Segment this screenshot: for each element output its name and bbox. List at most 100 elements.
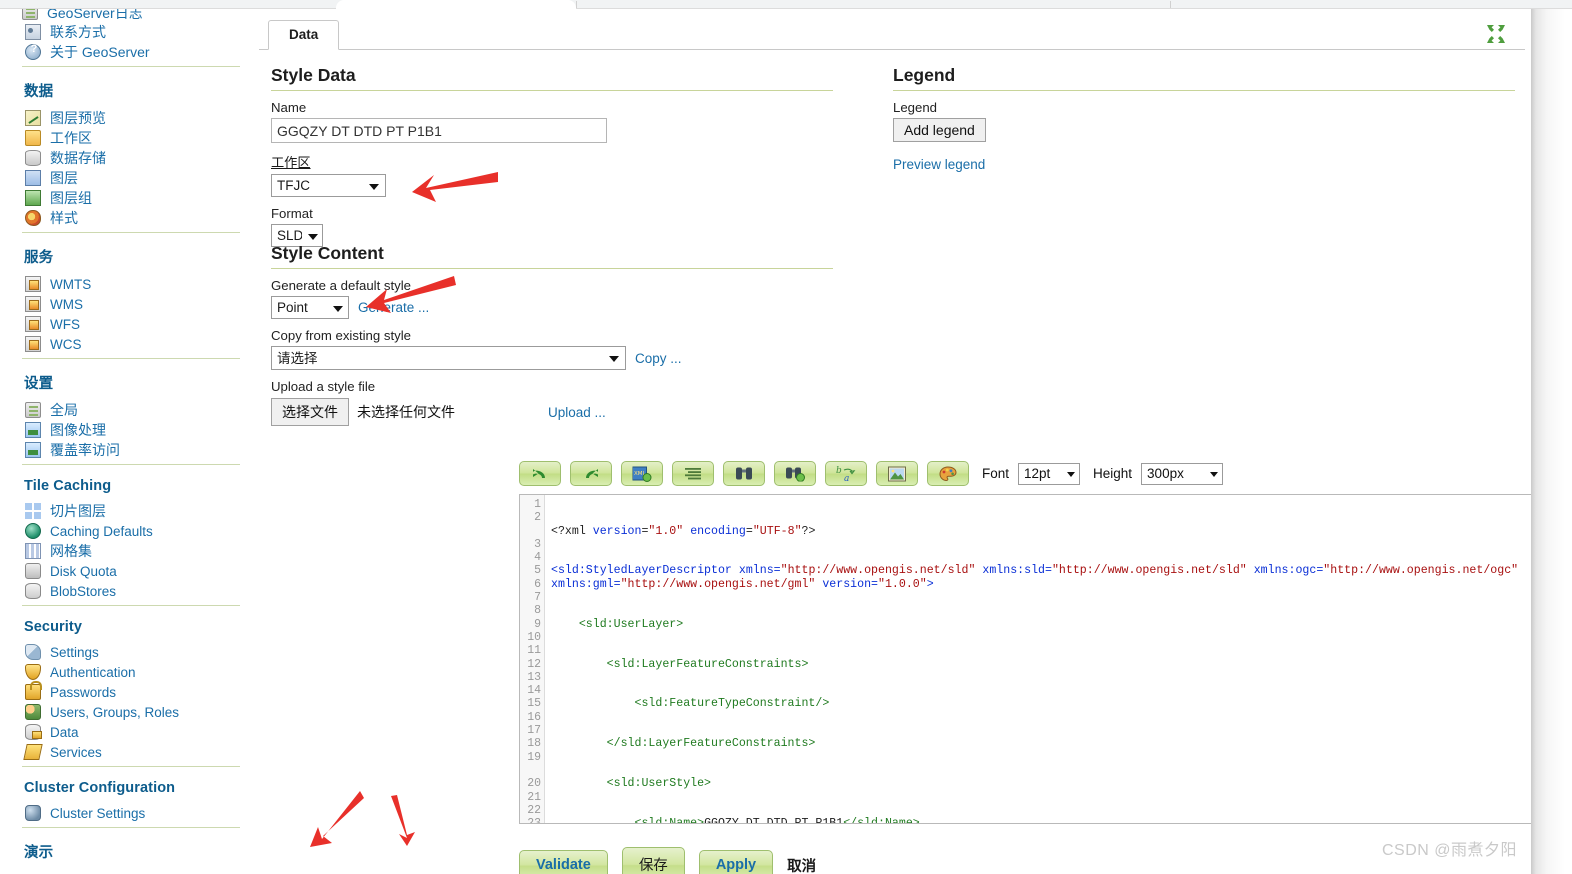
sidebar-item-authentication[interactable]: Authentication	[22, 662, 248, 682]
style-name-input[interactable]	[271, 118, 607, 143]
tile-icon	[25, 503, 41, 519]
line-number: 16	[527, 710, 541, 724]
sidebar-item-services-security[interactable]: Services	[22, 742, 248, 762]
generate-style-select[interactable]: Point	[271, 296, 349, 319]
sidebar-item-workspaces[interactable]: 工作区	[22, 128, 248, 148]
xml-format-button[interactable]: XML	[621, 461, 663, 486]
legend-field-label: Legend	[893, 100, 938, 115]
editor-toolbar: XML b a Font 12pt Height 300px	[519, 461, 1224, 486]
sidebar-item-wcs[interactable]: WCS	[22, 334, 248, 354]
copy-from-existing-label: Copy from existing style	[271, 328, 411, 343]
server-icon	[25, 402, 41, 418]
sidebar-group-heading-demo[interactable]: 演示	[22, 828, 248, 874]
sidebar-item-layer-preview[interactable]: 图层预览	[22, 108, 248, 128]
sidebar-item-global[interactable]: 全局	[22, 400, 248, 420]
color-picker-button[interactable]	[927, 461, 969, 486]
font-select-wrap: 12pt	[1018, 462, 1081, 485]
sidebar-item-geoserver-log[interactable]: GeoServer日志	[22, 9, 143, 20]
sidebar-group-data: 数据 图层预览 工作区 数据存储 图层 图层组 样式	[22, 67, 248, 228]
sld-code-editor[interactable]: 1 2 3 4 5 6 7 8 9 10 11 12 13 14 15 16 1…	[519, 494, 1531, 824]
find-icon	[735, 466, 753, 481]
font-size-select[interactable]: 12pt	[1018, 462, 1081, 485]
sidebar-item-wms[interactable]: WMS	[22, 294, 248, 314]
indent-icon	[684, 467, 702, 481]
upload-link[interactable]: Upload ...	[548, 405, 606, 420]
line-number-gutter: 1 2 3 4 5 6 7 8 9 10 11 12 13 14 15 16 1…	[520, 495, 545, 823]
palette-icon	[25, 210, 41, 226]
workspace-label: 工作区	[271, 155, 311, 170]
sidebar-item-layer-groups[interactable]: 图层组	[22, 188, 248, 208]
redo-button[interactable]	[570, 461, 612, 486]
validate-button[interactable]: Validate	[519, 849, 608, 874]
sidebar-item-stores[interactable]: 数据存储	[22, 148, 248, 168]
sidebar-item-layers[interactable]: 图层	[22, 168, 248, 188]
sidebar-item-label: 关于 GeoServer	[50, 44, 150, 60]
choose-file-button[interactable]: 选择文件	[271, 398, 349, 426]
tab-bar: Data	[259, 15, 1525, 50]
save-button[interactable]: 保存	[621, 847, 685, 874]
sidebar-item-disk-quota[interactable]: Disk Quota	[22, 561, 248, 581]
add-legend-button[interactable]: Add legend	[893, 118, 986, 142]
copy-link[interactable]: Copy ...	[635, 351, 682, 366]
cancel-link[interactable]: 取消	[787, 855, 816, 874]
preview-legend-link[interactable]: Preview legend	[893, 157, 985, 172]
find-next-icon	[785, 466, 805, 481]
sidebar-item-contact[interactable]: 联系方式	[22, 22, 248, 42]
sidebar-item-label: Settings	[50, 644, 99, 660]
code-content[interactable]: <?xml version="1.0" encoding="UTF-8"?> <…	[545, 495, 1531, 823]
sidebar-item-wfs[interactable]: WFS	[22, 314, 248, 334]
style-data-heading: Style Data	[271, 65, 356, 85]
browser-chrome-sliver	[0, 0, 1572, 9]
line-number: 15	[527, 697, 541, 711]
sidebar-item-caching-defaults[interactable]: Caching Defaults	[22, 521, 248, 541]
line-number: 14	[527, 684, 541, 698]
sidebar-item-about-geoserver[interactable]: 关于 GeoServer	[22, 42, 248, 62]
layer-preview-icon	[25, 110, 41, 126]
code-line: <sld:UserStyle>	[551, 777, 712, 791]
sidebar-item-label: Disk Quota	[50, 563, 117, 579]
sidebar-item-label: 数据存储	[50, 150, 106, 166]
sidebar-item-tile-layers[interactable]: 切片图层	[22, 501, 248, 521]
sidebar-item-label: WFS	[50, 316, 80, 332]
find-button[interactable]	[723, 461, 765, 486]
sidebar-item-passwords[interactable]: Passwords	[22, 681, 248, 702]
sidebar-group-services: 服务 WMTS WMS WFS WCS	[22, 233, 248, 354]
sidebar-item-data-security[interactable]: Data	[22, 722, 248, 742]
redo-icon	[581, 466, 601, 482]
undo-button[interactable]	[519, 461, 561, 486]
generate-link[interactable]: Generate ...	[358, 300, 429, 315]
sidebar-group-settings: 设置 全局 图像处理 覆盖率访问	[22, 359, 248, 460]
replace-button[interactable]: b a	[825, 461, 867, 486]
sidebar-item-label: 图层组	[50, 190, 92, 206]
tab-data[interactable]: Data	[268, 20, 340, 50]
sidebar-item-label: 联系方式	[50, 24, 106, 40]
sidebar-item-wmts[interactable]: WMTS	[22, 274, 248, 294]
sidebar-item-cluster-settings[interactable]: Cluster Settings	[22, 803, 248, 823]
replace-icon: b a	[836, 466, 856, 482]
editor-height-select[interactable]: 300px	[1141, 462, 1224, 485]
sidebar-item-gridsets[interactable]: 网格集	[22, 541, 248, 561]
chrome-divider	[1170, 1, 1171, 8]
line-number: 13	[527, 670, 541, 684]
browser-tab[interactable]	[336, 0, 576, 9]
sidebar-item-image-processing[interactable]: 图像处理	[22, 420, 248, 440]
workspace-select[interactable]: TFJC	[271, 174, 386, 197]
font-label: Font	[982, 466, 1010, 481]
line-number: 8	[534, 604, 541, 618]
sidebar-item-security-settings[interactable]: Settings	[22, 642, 248, 662]
insert-image-button[interactable]	[876, 461, 918, 486]
layer-icon	[25, 170, 41, 186]
sidebar-item-coverage-access[interactable]: 覆盖率访问	[22, 440, 248, 460]
copy-style-select[interactable]: 请选择	[271, 346, 626, 370]
chosen-file-text: 未选择任何文件	[357, 404, 455, 420]
sidebar-item-users-groups-roles[interactable]: Users, Groups, Roles	[22, 702, 248, 722]
indent-button[interactable]	[672, 461, 714, 486]
blobstore-icon	[25, 583, 41, 599]
apply-button[interactable]: Apply	[698, 849, 774, 874]
fullscreen-expand-icon[interactable]	[1485, 23, 1507, 45]
sidebar-item-styles[interactable]: 样式	[22, 208, 248, 228]
generate-default-style-label: Generate a default style	[271, 278, 412, 293]
globe-icon	[25, 523, 41, 539]
sidebar-item-blobstores[interactable]: BlobStores	[22, 581, 248, 601]
find-next-button[interactable]	[774, 461, 816, 486]
